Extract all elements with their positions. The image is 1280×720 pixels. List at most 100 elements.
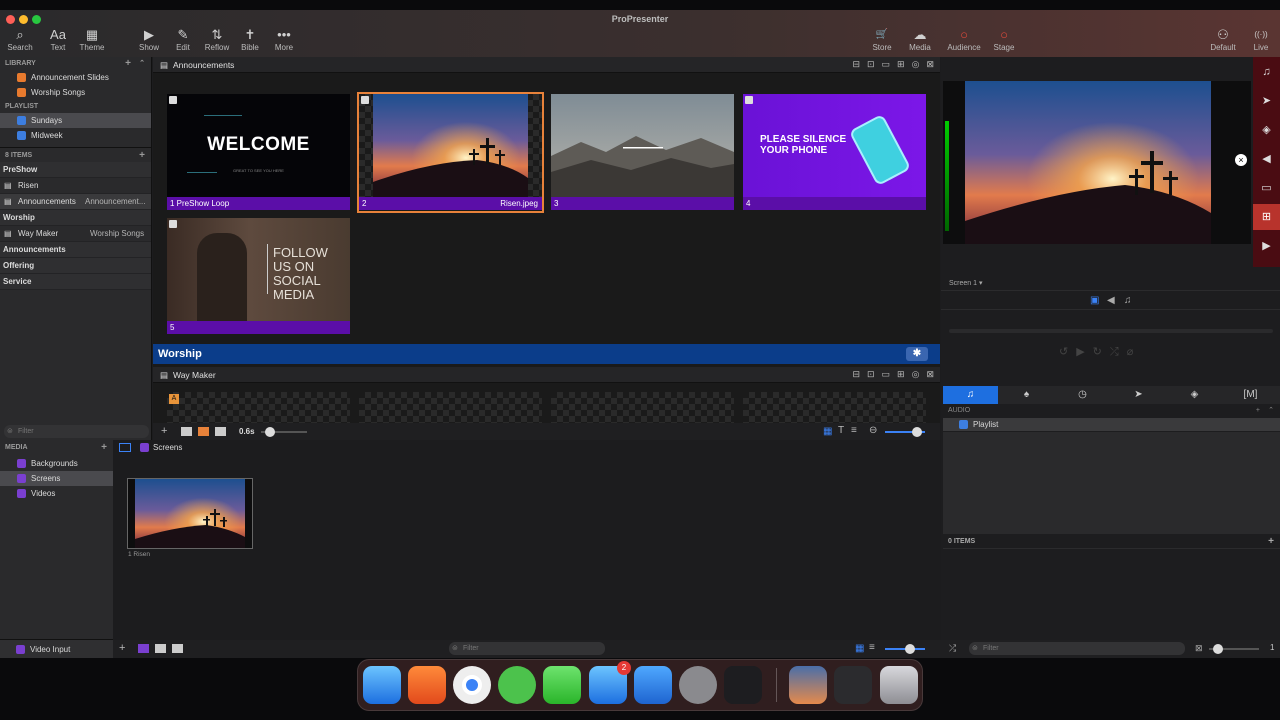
play-mode-icon[interactable] bbox=[138, 644, 149, 653]
playlist-row[interactable]: ▤ Risen bbox=[0, 178, 151, 194]
announcement-layer-icon[interactable]: ◀ bbox=[1107, 295, 1115, 306]
live-button[interactable]: ((·)) Live bbox=[1243, 27, 1279, 52]
list-view-icon[interactable]: ≡ bbox=[851, 425, 857, 436]
playlist-header-row[interactable]: PreShow bbox=[0, 162, 151, 178]
pause-icon[interactable] bbox=[181, 427, 192, 436]
add-icon[interactable]: + bbox=[125, 57, 131, 70]
props-icon[interactable]: ▭ bbox=[1253, 175, 1280, 201]
grid-view-icon[interactable]: ▦ bbox=[855, 643, 864, 654]
media-progress[interactable] bbox=[949, 329, 1273, 333]
system-preferences-icon[interactable] bbox=[679, 666, 717, 704]
preview-window-icon[interactable] bbox=[789, 666, 827, 704]
slider-knob[interactable] bbox=[905, 644, 915, 654]
timeline-icon[interactable]: ⊟ bbox=[852, 369, 860, 380]
bell-icon[interactable]: ♠ bbox=[999, 386, 1054, 404]
sidebar-toggle-icon[interactable] bbox=[119, 443, 131, 452]
loop-mode-icon[interactable] bbox=[155, 644, 166, 653]
audio-filter-input[interactable]: ⊜ Filter bbox=[969, 642, 1185, 655]
zoom-out-icon[interactable]: ⊖ bbox=[869, 425, 877, 436]
media-item-backgrounds[interactable]: Backgrounds bbox=[0, 456, 113, 471]
finder-icon[interactable] bbox=[363, 666, 401, 704]
chevron-up-icon[interactable]: ⌃ bbox=[1268, 405, 1274, 417]
timer-icon[interactable]: ◷ bbox=[1055, 386, 1110, 404]
screens-tab-icon[interactable]: ⊞ bbox=[1253, 204, 1280, 230]
media-button[interactable]: ☁ Media bbox=[902, 27, 938, 52]
grid-view-icon[interactable]: ▦ bbox=[823, 426, 832, 437]
next-mode-icon[interactable] bbox=[172, 644, 183, 653]
camera-icon[interactable]: ⊡ bbox=[867, 369, 875, 380]
propresenter-dock-icon[interactable] bbox=[724, 666, 762, 704]
chevron-up-icon[interactable]: ⌃ bbox=[139, 57, 145, 70]
audience-button[interactable]: ○ Audience bbox=[945, 27, 983, 52]
text-button[interactable]: Aa Text bbox=[40, 27, 76, 52]
playlist-filter-input[interactable]: ⊜ Filter bbox=[4, 425, 149, 438]
office-icon[interactable] bbox=[408, 666, 446, 704]
keyboard-icon[interactable]: ▭ bbox=[882, 369, 891, 380]
playlist-row[interactable]: ▤ Announcements Announcement... bbox=[0, 194, 151, 210]
theme-button[interactable]: ▦ Theme bbox=[74, 27, 110, 52]
slider-knob[interactable] bbox=[265, 427, 275, 437]
search-button[interactable]: ⌕ Search bbox=[2, 27, 38, 52]
send-icon[interactable]: ➤ bbox=[1111, 386, 1166, 404]
settings-icon[interactable]: ◎ bbox=[912, 369, 920, 380]
slider-knob[interactable] bbox=[1213, 644, 1223, 654]
announcements-icon[interactable]: ◀ bbox=[1253, 146, 1280, 172]
playlist-item-midweek[interactable]: Midweek bbox=[0, 128, 151, 143]
grid-icon[interactable]: ⊞ bbox=[897, 369, 905, 380]
propresenter-window-icon[interactable] bbox=[834, 666, 872, 704]
add-icon[interactable]: + bbox=[1268, 535, 1274, 549]
video-input-icon[interactable]: ▶ bbox=[1253, 233, 1280, 259]
music-tab-icon[interactable]: ♫ bbox=[943, 386, 998, 404]
video-input-item[interactable]: Video Input bbox=[0, 639, 113, 658]
shuffle-icon[interactable]: ⤮ bbox=[949, 643, 956, 654]
slider-knob[interactable] bbox=[912, 427, 922, 437]
playlist-header-row[interactable]: Announcements bbox=[0, 242, 151, 258]
messages-icon[interactable]: ➤ bbox=[1253, 88, 1280, 114]
transport-controls[interactable]: ↺▶↻⤮⌀ bbox=[1059, 345, 1141, 359]
loop-icon[interactable] bbox=[198, 427, 209, 436]
expand-icon[interactable]: ⊠ bbox=[926, 369, 934, 380]
playlist-header-row[interactable]: Service bbox=[0, 274, 151, 290]
reflow-button[interactable]: ⇅ Reflow bbox=[199, 27, 235, 52]
playlist-header-row[interactable]: Offering bbox=[0, 258, 151, 274]
macro-icon[interactable]: [M] bbox=[1223, 386, 1278, 404]
text-view-icon[interactable]: T bbox=[838, 425, 844, 436]
installer-icon[interactable] bbox=[498, 666, 536, 704]
playlist-item-sundays[interactable]: Sundays bbox=[0, 113, 151, 128]
camera-icon[interactable]: ⊡ bbox=[867, 59, 875, 70]
list-view-icon[interactable]: ≡ bbox=[869, 642, 875, 653]
media-item-screens[interactable]: Screens bbox=[0, 471, 113, 486]
add-icon[interactable]: + bbox=[1256, 405, 1260, 417]
group-header-worship[interactable]: Worship ✱ bbox=[153, 344, 940, 364]
messages-icon[interactable] bbox=[543, 666, 581, 704]
audio-layer-icon[interactable]: ♫ bbox=[1124, 295, 1132, 306]
show-button[interactable]: ▶ Show bbox=[131, 27, 167, 52]
layers-icon[interactable]: ◈ bbox=[1167, 386, 1222, 404]
add-icon[interactable]: + bbox=[119, 642, 125, 654]
store-button[interactable]: 🛒 Store bbox=[864, 27, 900, 52]
thumbnail-icon[interactable]: ⊠ bbox=[1195, 643, 1203, 654]
slide-1[interactable]: WELCOME GREAT TO SEE YOU HERE 1 PreShow … bbox=[167, 94, 350, 211]
stage-button[interactable]: ○ Stage bbox=[986, 27, 1022, 52]
audio-playlist-item[interactable]: Playlist bbox=[943, 418, 1280, 431]
screen-selector[interactable]: Screen 1 ▾ bbox=[949, 279, 982, 287]
media-item-videos[interactable]: Videos bbox=[0, 486, 113, 501]
expand-icon[interactable]: ⊠ bbox=[926, 59, 934, 70]
gear-icon[interactable]: ✱ bbox=[906, 347, 928, 361]
chrome-icon[interactable] bbox=[453, 666, 491, 704]
more-button[interactable]: ••• More bbox=[266, 27, 302, 52]
library-item[interactable]: Announcement Slides bbox=[0, 70, 151, 85]
music-icon[interactable]: ♫ bbox=[1253, 59, 1280, 85]
grid-icon[interactable]: ⊞ bbox=[897, 59, 905, 70]
trash-icon[interactable] bbox=[880, 666, 918, 704]
settings-icon[interactable]: ◎ bbox=[912, 59, 920, 70]
mail-icon[interactable]: 2 bbox=[589, 661, 631, 704]
slide-2[interactable]: 2 Risen.jpeg bbox=[357, 92, 544, 213]
slide-3[interactable]: 3 bbox=[551, 94, 734, 211]
keyboard-icon[interactable]: ▭ bbox=[882, 59, 891, 70]
add-icon[interactable]: + bbox=[101, 440, 107, 456]
close-icon[interactable]: × bbox=[1235, 154, 1247, 166]
add-icon[interactable]: + bbox=[161, 425, 167, 437]
add-icon[interactable]: + bbox=[139, 148, 145, 163]
bible-button[interactable]: ✝ Bible bbox=[232, 27, 268, 52]
